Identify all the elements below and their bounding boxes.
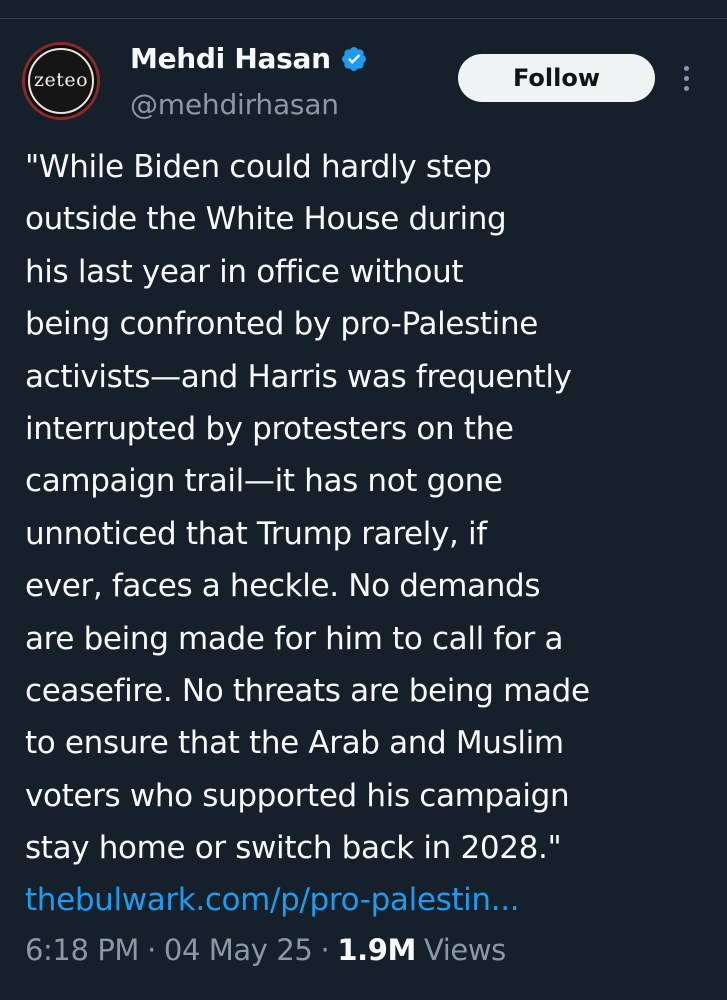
tweet-text-line: stay home or switch back in 2028." xyxy=(25,830,562,867)
tweet-time[interactable]: 6:18 PM xyxy=(25,933,139,967)
tweet-text: "While Biden could hardly step outside t… xyxy=(25,141,715,927)
avatar-logo-text: zeteo xyxy=(33,69,89,91)
tweet-text-line: are being made for him to call for a xyxy=(25,620,564,657)
tweet-text-line: outside the White House during xyxy=(25,201,507,238)
tweet-text-line: activists—and Harris was frequently xyxy=(25,358,572,395)
tweet-text-line: voters who supported his campaign xyxy=(25,777,570,814)
follow-button[interactable]: Follow xyxy=(458,54,655,102)
views-label: Views xyxy=(423,933,506,967)
author-handle[interactable]: @mehdirhasan xyxy=(130,88,339,121)
avatar[interactable]: zeteo xyxy=(22,42,100,120)
tweet-text-line: being confronted by pro-Palestine xyxy=(25,306,538,343)
top-divider xyxy=(0,18,727,19)
avatar-logo: zeteo xyxy=(28,48,94,114)
tweet-text-line: ever, faces a heckle. No demands xyxy=(25,568,541,605)
verified-badge-icon xyxy=(341,46,366,71)
tweet-date[interactable]: 04 May 25 xyxy=(164,933,313,967)
meta-separator: · xyxy=(147,933,156,967)
tweet-text-line: unnoticed that Trump rarely, if xyxy=(25,515,487,552)
tweet-text-line: ceasefire. No threats are being made xyxy=(25,672,590,709)
tweet-text-line: his last year in office without xyxy=(25,253,464,290)
views-count: 1.9M xyxy=(337,933,416,967)
more-options-icon[interactable] xyxy=(676,58,696,98)
tweet-text-line: campaign trail—it has not gone xyxy=(25,463,503,500)
author-display-name[interactable]: Mehdi Hasan xyxy=(130,42,331,75)
tweet-link[interactable]: thebulwark.com/p/pro-palestin... xyxy=(25,874,715,926)
author-name-row: Mehdi Hasan xyxy=(130,42,368,75)
meta-separator: · xyxy=(320,933,330,967)
tweet-meta: 6:18 PM · 04 May 25 · 1.9M Views xyxy=(25,933,506,967)
tweet-text-line: "While Biden could hardly step xyxy=(25,149,492,185)
tweet-text-line: interrupted by protesters on the xyxy=(25,410,514,447)
tweet-text-line: to ensure that the Arab and Muslim xyxy=(25,725,564,762)
